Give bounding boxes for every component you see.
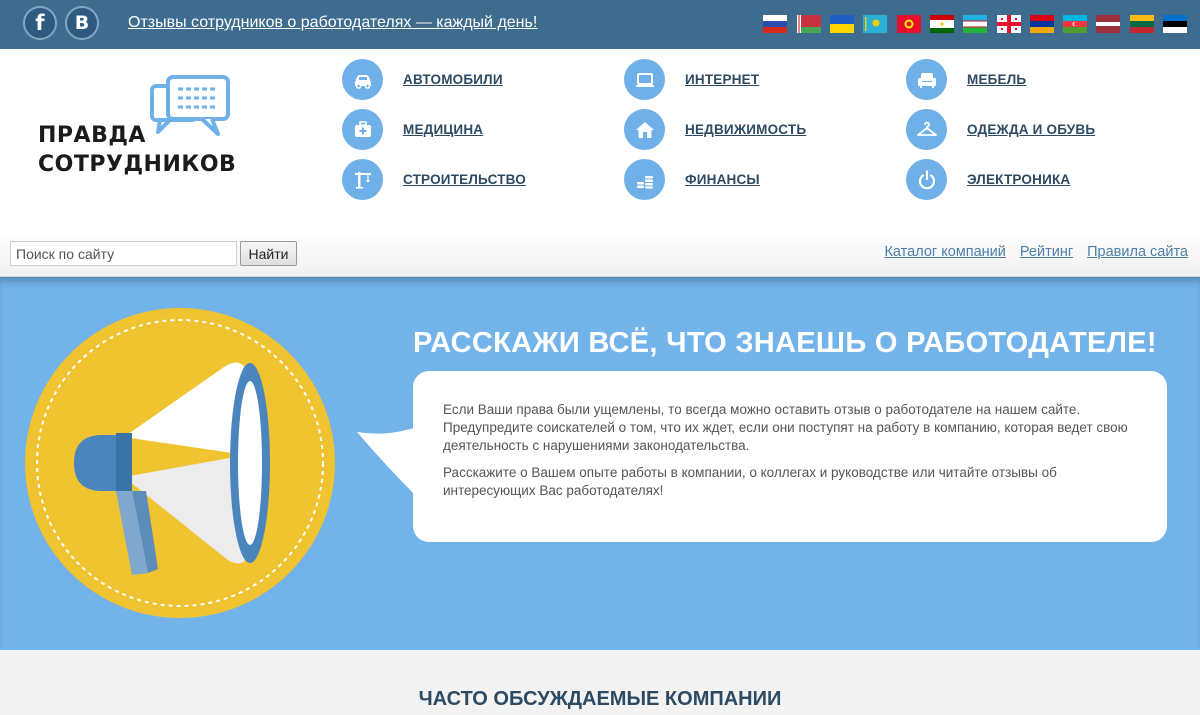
georgia-flag[interactable] (996, 15, 1021, 33)
hero-banner: РАССКАЖИ ВСЁ, ЧТО ЗНАЕШЬ О РАБОТОДАТЕЛЕ!… (0, 277, 1200, 650)
house-icon (624, 109, 665, 150)
hero-paragraph-2: Расскажите о Вашем опыте работы в компан… (443, 465, 1057, 498)
ukraine-flag[interactable] (830, 15, 855, 33)
medkit-icon (342, 109, 383, 150)
speech-bubble-tail (357, 427, 417, 497)
header: ПРАВДА СОТРУДНИКОВ АВТОМОБИЛИ МЕДИЦИНА С… (0, 49, 1200, 230)
car-icon (342, 59, 383, 100)
estonia-flag[interactable] (1163, 15, 1187, 33)
country-flags (763, 15, 1187, 35)
search-button[interactable]: Найти (240, 241, 297, 266)
tagline-link[interactable]: Отзывы сотрудников о работодателях — каж… (128, 14, 537, 32)
category-electronics[interactable]: ЭЛЕКТРОНИКА (906, 159, 1070, 200)
hero-paragraph-1: Если Ваши права были ущемлены, то всегда… (443, 402, 1128, 453)
facebook-icon[interactable]: f (23, 6, 57, 40)
search-bar: Найти Каталог компаний Рейтинг Правила с… (0, 230, 1200, 277)
coins-icon (624, 159, 665, 200)
category-finance[interactable]: ФИНАНСЫ (624, 159, 760, 200)
nav-catalog-link[interactable]: Каталог компаний (884, 244, 1005, 260)
megaphone-icon (25, 308, 335, 618)
kazakhstan-flag[interactable] (863, 15, 888, 33)
armchair-icon (906, 59, 947, 100)
uzbekistan-flag[interactable] (963, 15, 988, 33)
category-furniture[interactable]: МЕБЕЛЬ (906, 59, 1026, 100)
laptop-icon (624, 59, 665, 100)
power-icon (906, 159, 947, 200)
site-logo[interactable]: ПРАВДА СОТРУДНИКОВ (38, 74, 238, 214)
lithuania-flag[interactable] (1129, 15, 1154, 33)
logo-text: ПРАВДА СОТРУДНИКОВ (38, 123, 237, 177)
category-internet[interactable]: ИНТЕРНЕТ (624, 59, 759, 100)
belarus-flag[interactable] (796, 15, 821, 33)
azerbaijan-flag[interactable] (1063, 15, 1088, 33)
category-clothing[interactable]: ОДЕЖДА И ОБУВЬ (906, 109, 1095, 150)
latvia-flag[interactable] (1096, 15, 1121, 33)
category-medicine[interactable]: МЕДИЦИНА (342, 109, 483, 150)
search-input[interactable] (10, 241, 237, 266)
kyrgyzstan-flag[interactable] (896, 15, 921, 33)
popular-companies-section: ЧАСТО ОБСУЖДАЕМЫЕ КОМПАНИИ (0, 650, 1200, 715)
vk-icon[interactable]: B (65, 6, 99, 40)
russia-flag[interactable] (763, 15, 788, 33)
nav-rules-link[interactable]: Правила сайта (1087, 244, 1188, 260)
crane-icon (342, 159, 383, 200)
hanger-icon (906, 109, 947, 150)
armenia-flag[interactable] (1029, 15, 1054, 33)
top-bar: f B Отзывы сотрудников о работодателях —… (0, 0, 1200, 49)
category-construction[interactable]: СТРОИТЕЛЬСТВО (342, 159, 526, 200)
category-automobiles[interactable]: АВТОМОБИЛИ (342, 59, 503, 100)
category-real-estate[interactable]: НЕДВИЖИМОСТЬ (624, 109, 806, 150)
hero-text-bubble: Если Ваши права были ущемлены, то всегда… (413, 371, 1167, 542)
section-title: ЧАСТО ОБСУЖДАЕМЫЕ КОМПАНИИ (418, 688, 782, 710)
tajikistan-flag[interactable] (929, 15, 954, 33)
nav-links: Каталог компаний Рейтинг Правила сайта (884, 244, 1188, 260)
nav-rating-link[interactable]: Рейтинг (1020, 244, 1073, 260)
hero-title: РАССКАЖИ ВСЁ, ЧТО ЗНАЕШЬ О РАБОТОДАТЕЛЕ! (413, 327, 1157, 359)
